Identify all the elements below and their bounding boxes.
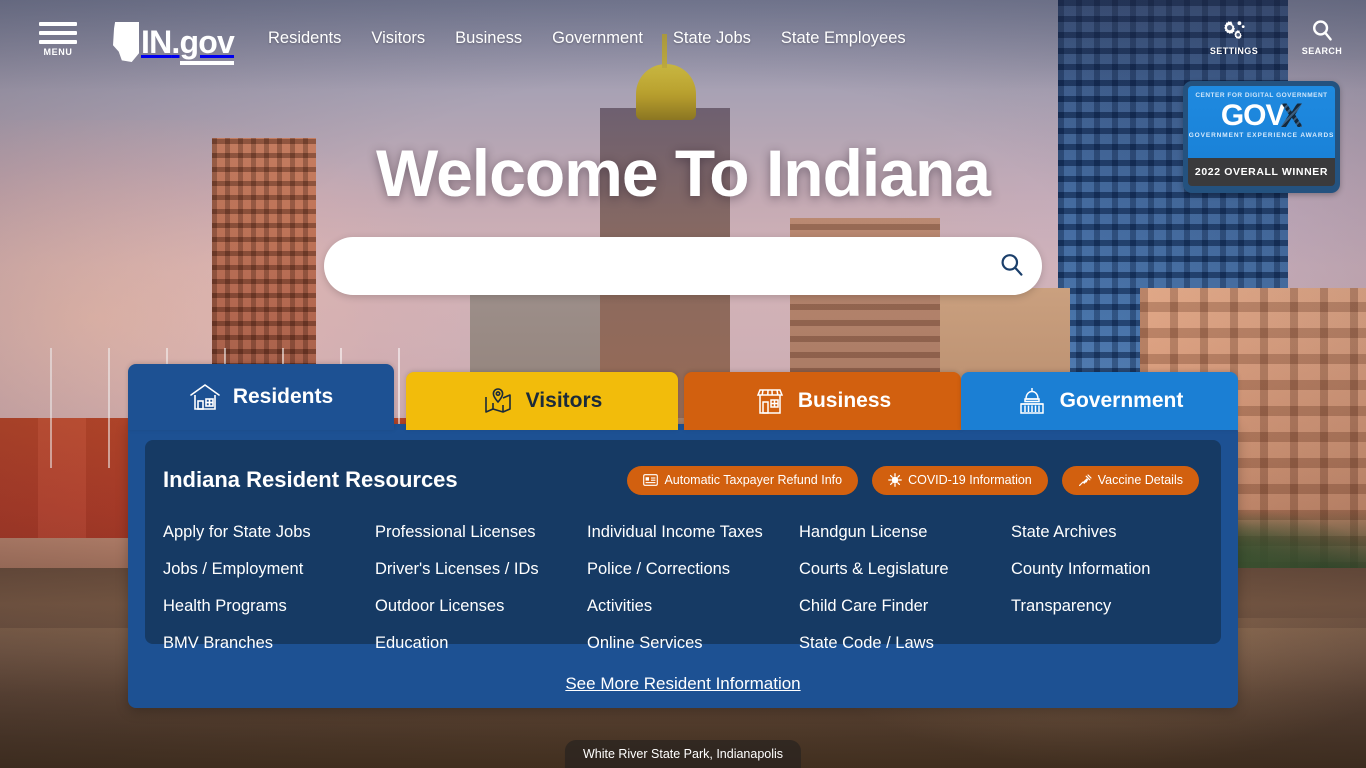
tab-visitors-label: Visitors: [525, 389, 603, 412]
resource-link[interactable]: Driver's Licenses / IDs: [375, 551, 587, 588]
resource-link-empty: [1011, 625, 1211, 662]
tab-residents[interactable]: Residents: [128, 364, 394, 430]
resources-header: Indiana Resident Resources Automatic Tax…: [163, 458, 1203, 502]
tab-visitors[interactable]: Visitors: [406, 372, 678, 430]
pill-taxpayer-refund-label: Automatic Taxpayer Refund Info: [664, 473, 843, 487]
resource-link[interactable]: County Information: [1011, 551, 1211, 588]
nav-item-state-jobs[interactable]: State Jobs: [673, 29, 751, 48]
tab-residents-label: Residents: [232, 385, 334, 408]
house-icon: [189, 382, 221, 412]
audience-tabs: Residents Visitors Business Government: [128, 364, 1238, 430]
map-pin-icon: [482, 386, 514, 416]
resource-link[interactable]: Handgun License: [799, 514, 1011, 551]
award-badge[interactable]: CENTER FOR DIGITAL GOVERNMENT GOV X GOVER…: [1183, 81, 1340, 193]
resources-panel: Indiana Resident Resources Automatic Tax…: [128, 424, 1238, 708]
resource-link[interactable]: State Code / Laws: [799, 625, 1011, 662]
award-brand-text: GOV: [1220, 99, 1286, 132]
award-program: GOVERNMENT EXPERIENCE AWARDS: [1188, 132, 1335, 139]
logo-in-text: IN: [141, 24, 172, 60]
resource-link[interactable]: Child Care Finder: [799, 588, 1011, 625]
nav-item-residents[interactable]: Residents: [268, 29, 341, 48]
resource-link[interactable]: Apply for State Jobs: [163, 514, 375, 551]
hamburger-icon: [39, 22, 77, 47]
nav-item-visitors[interactable]: Visitors: [371, 29, 425, 48]
pill-vaccine-details[interactable]: Vaccine Details: [1061, 465, 1199, 495]
search-label: SEARCH: [1301, 46, 1343, 56]
resource-link[interactable]: Activities: [587, 588, 799, 625]
highlight-pills: Automatic Taxpayer Refund Info COVID-19 …: [627, 465, 1203, 495]
award-brand-x: X: [1280, 97, 1304, 135]
tab-government[interactable]: Government: [961, 372, 1238, 430]
resource-link[interactable]: State Archives: [1011, 514, 1211, 551]
see-more-container: See More Resident Information: [128, 674, 1238, 694]
pill-taxpayer-refund[interactable]: Automatic Taxpayer Refund Info: [627, 465, 859, 495]
nav-item-business[interactable]: Business: [455, 29, 522, 48]
search-input[interactable]: [324, 256, 982, 276]
see-more-resident-information-link[interactable]: See More Resident Information: [565, 674, 800, 693]
award-organization: CENTER FOR DIGITAL GOVERNMENT: [1195, 92, 1328, 99]
pill-covid-information-label: COVID-19 Information: [908, 473, 1032, 487]
pill-covid-information[interactable]: COVID-19 Information: [872, 465, 1048, 495]
nav-item-government[interactable]: Government: [552, 29, 643, 48]
search-toggle-button[interactable]: SEARCH: [1294, 18, 1350, 56]
resource-link[interactable]: Police / Corrections: [587, 551, 799, 588]
resource-link[interactable]: Jobs / Employment: [163, 551, 375, 588]
hero-search-bar: [324, 237, 1042, 295]
resource-link[interactable]: Professional Licenses: [375, 514, 587, 551]
menu-label: MENU: [43, 47, 73, 57]
gears-icon: [1222, 18, 1246, 44]
site-header: MENU IN.gov Residents Visitors Business …: [0, 0, 1366, 82]
resources-inner-panel: Indiana Resident Resources Automatic Tax…: [145, 440, 1221, 652]
settings-button[interactable]: SETTINGS: [1206, 18, 1262, 56]
award-badge-top: CENTER FOR DIGITAL GOVERNMENT GOV X GOVER…: [1188, 86, 1335, 158]
storefront-icon: [754, 386, 786, 416]
syringe-icon: [1078, 473, 1092, 487]
capitol-icon: [1016, 386, 1048, 416]
tab-business-label: Business: [797, 389, 892, 412]
resource-link[interactable]: Health Programs: [163, 588, 375, 625]
magnifier-icon: [1311, 18, 1333, 44]
resource-links-grid: Apply for State Jobs Professional Licens…: [163, 514, 1203, 662]
page-title: Welcome To Indiana: [376, 136, 991, 210]
indiana-state-icon: [113, 22, 139, 62]
virus-icon: [888, 473, 902, 487]
photo-caption: White River State Park, Indianapolis: [564, 740, 802, 768]
resource-link[interactable]: BMV Branches: [163, 625, 375, 662]
logo-dot-text: .: [171, 24, 180, 60]
settings-label: SETTINGS: [1209, 46, 1259, 56]
resource-link[interactable]: Online Services: [587, 625, 799, 662]
resource-link[interactable]: Courts & Legislature: [799, 551, 1011, 588]
search-submit-button[interactable]: [982, 237, 1042, 295]
resource-link[interactable]: Individual Income Taxes: [587, 514, 799, 551]
tab-business[interactable]: Business: [684, 372, 961, 430]
resources-title: Indiana Resident Resources: [163, 467, 458, 492]
tab-government-label: Government: [1059, 389, 1184, 412]
award-brand: GOV X: [1188, 99, 1335, 133]
resource-link[interactable]: Education: [375, 625, 587, 662]
resource-link[interactable]: Transparency: [1011, 588, 1211, 625]
logo-wordmark: IN.gov: [141, 22, 235, 65]
menu-button[interactable]: MENU: [36, 22, 80, 57]
award-accolade: 2022 OVERALL WINNER: [1188, 158, 1335, 186]
logo-gov-text: gov: [179, 24, 235, 65]
primary-nav: Residents Visitors Business Government S…: [268, 29, 906, 48]
nav-item-state-employees[interactable]: State Employees: [781, 29, 906, 48]
pill-vaccine-details-label: Vaccine Details: [1097, 473, 1183, 487]
site-logo[interactable]: IN.gov: [113, 22, 235, 65]
resource-link[interactable]: Outdoor Licenses: [375, 588, 587, 625]
id-card-icon: [643, 474, 659, 486]
magnifier-icon: [999, 252, 1025, 281]
header-utilities: SETTINGS SEARCH: [1206, 18, 1350, 56]
